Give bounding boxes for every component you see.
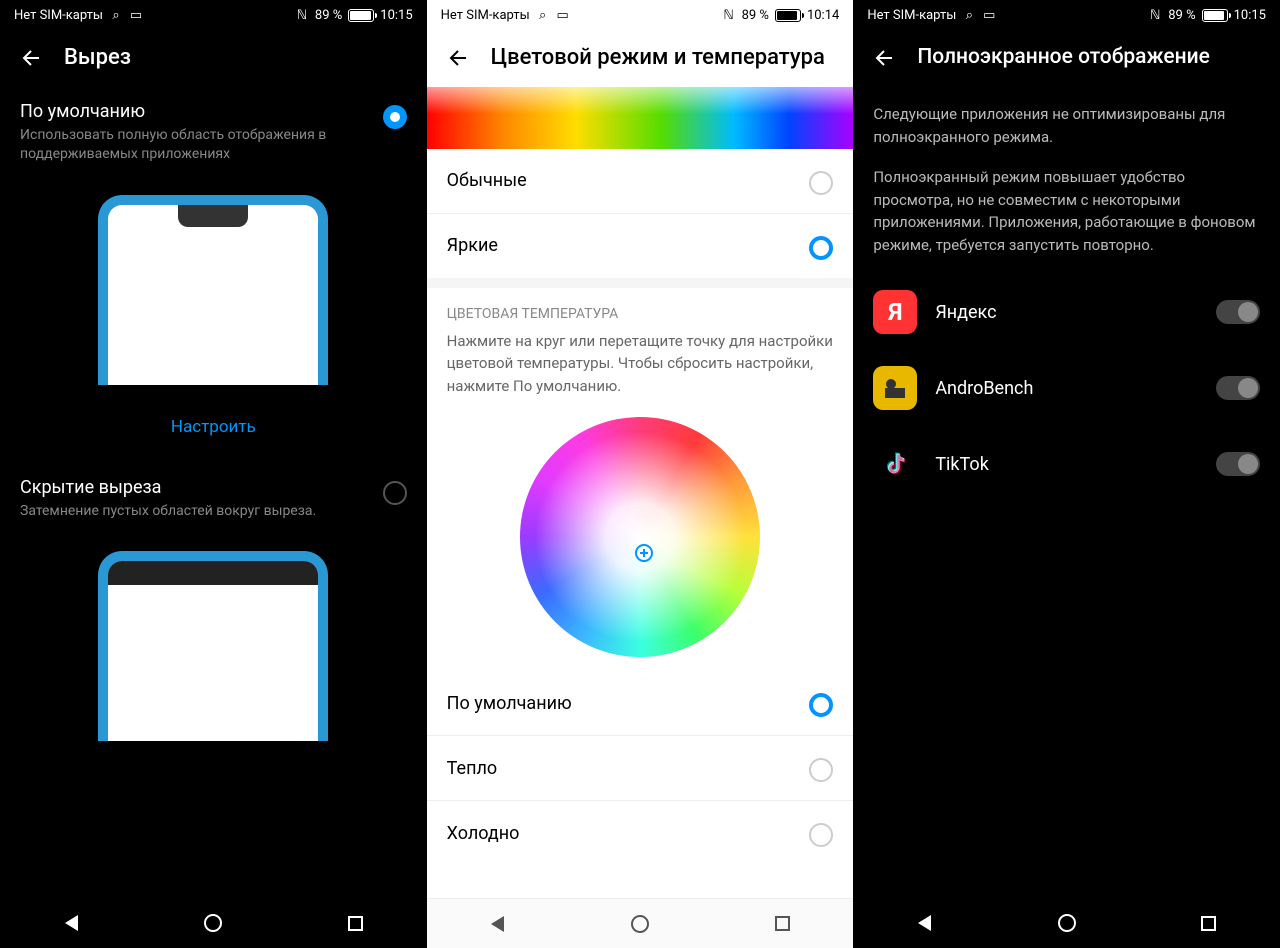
preset-cold-row[interactable]: Холодно xyxy=(427,801,854,865)
toggle-off[interactable] xyxy=(1216,452,1260,476)
sim-status: Нет SIM-карты xyxy=(867,8,956,23)
sim-icon: ⌕ xyxy=(962,8,976,22)
back-button[interactable] xyxy=(20,46,44,70)
option-hide-notch[interactable]: Скрытие выреза Затемнение пустых областе… xyxy=(0,463,427,536)
app-name: Яндекс xyxy=(935,302,1198,323)
radio-selected[interactable] xyxy=(809,693,833,717)
section-divider xyxy=(427,278,854,288)
app-row-tiktok: TikTok xyxy=(853,426,1280,502)
mode-normal-row[interactable]: Обычные xyxy=(427,149,854,214)
preset-label: По умолчанию xyxy=(447,693,572,714)
option-default[interactable]: По умолчанию Использовать полную область… xyxy=(0,87,427,179)
nfc2-icon: ℕ xyxy=(1148,8,1162,22)
mode-label: Яркие xyxy=(447,235,498,256)
toggle-off[interactable] xyxy=(1216,300,1260,324)
sim-status: Нет SIM-карты xyxy=(441,8,530,23)
screen-notch: Нет SIM-карты ⌕ ▭ ℕ 89 % 10:15 Вырез По … xyxy=(0,0,427,948)
preset-label: Тепло xyxy=(447,758,497,779)
nfc-icon: ▭ xyxy=(982,8,996,22)
mode-label: Обычные xyxy=(447,170,527,191)
option-title: Скрытие выреза xyxy=(20,477,367,498)
app-icon-tiktok xyxy=(873,442,917,486)
clock: 10:15 xyxy=(380,8,412,23)
nav-back-icon[interactable] xyxy=(487,913,509,935)
battery-icon xyxy=(775,9,801,22)
battery-percent: 89 % xyxy=(1168,8,1195,23)
radio-selected[interactable] xyxy=(383,105,407,129)
app-name: TikTok xyxy=(935,454,1198,475)
color-wheel-cursor[interactable] xyxy=(635,544,653,562)
radio-unselected[interactable] xyxy=(809,823,833,847)
preset-label: Холодно xyxy=(447,823,520,844)
sim-icon: ⌕ xyxy=(536,8,550,22)
preset-default-row[interactable]: По умолчанию xyxy=(427,671,854,736)
section-title: ЦВЕТОВАЯ ТЕМПЕРАТУРА xyxy=(427,288,854,330)
nav-home-icon[interactable] xyxy=(629,913,651,935)
app-icon-androbench xyxy=(873,366,917,410)
back-button[interactable] xyxy=(447,46,471,70)
nav-recent-icon[interactable] xyxy=(1198,912,1220,934)
clock: 10:15 xyxy=(1234,8,1266,23)
statusbar: Нет SIM-карты ⌕ ▭ ℕ 89 % 10:14 xyxy=(427,0,854,30)
page-title: Полноэкранное отображение xyxy=(917,44,1210,71)
info-text-2: Полноэкранный режим повышает удобство пр… xyxy=(853,166,1280,274)
statusbar: Нет SIM-карты ⌕ ▭ ℕ 89 % 10:15 xyxy=(853,0,1280,30)
app-row-androbench: AndroBench xyxy=(853,350,1280,426)
battery-percent: 89 % xyxy=(742,8,769,23)
battery-percent: 89 % xyxy=(315,8,342,23)
app-row-yandex: Я Яндекс xyxy=(853,274,1280,350)
option-desc: Затемнение пустых областей вокруг выреза… xyxy=(20,502,367,522)
page-title: Цветовой режим и температура xyxy=(491,44,825,73)
nfc-icon: ▭ xyxy=(556,8,570,22)
sim-status: Нет SIM-карты xyxy=(14,8,103,23)
header: Полноэкранное отображение xyxy=(853,30,1280,85)
radio-selected[interactable] xyxy=(809,236,833,260)
header: Вырез xyxy=(0,30,427,87)
header: Цветовой режим и температура xyxy=(427,30,854,87)
battery-icon xyxy=(1202,9,1228,22)
radio-unselected[interactable] xyxy=(383,481,407,505)
app-icon-yandex: Я xyxy=(873,290,917,334)
screen-fullscreen-apps: Нет SIM-карты ⌕ ▭ ℕ 89 % 10:15 Полноэкра… xyxy=(853,0,1280,948)
page-title: Вырез xyxy=(64,44,131,73)
notch-preview-default xyxy=(98,195,328,385)
nfc2-icon: ℕ xyxy=(295,8,309,22)
clock: 10:14 xyxy=(807,8,839,23)
notch-preview-hidden xyxy=(98,551,328,741)
color-wheel[interactable] xyxy=(520,417,760,657)
screen-color-mode: Нет SIM-карты ⌕ ▭ ℕ 89 % 10:14 Цветовой … xyxy=(427,0,854,948)
back-button[interactable] xyxy=(873,46,897,70)
mode-vivid-row[interactable]: Яркие xyxy=(427,214,854,278)
option-title: По умолчанию xyxy=(20,101,367,122)
info-text-1: Следующие приложения не оптимизированы д… xyxy=(853,85,1280,166)
nfc-icon: ▭ xyxy=(129,8,143,22)
radio-unselected[interactable] xyxy=(809,758,833,782)
sim-icon: ⌕ xyxy=(109,8,123,22)
nfc2-icon: ℕ xyxy=(722,8,736,22)
nav-back-icon[interactable] xyxy=(913,912,935,934)
radio-unselected[interactable] xyxy=(809,171,833,195)
battery-icon xyxy=(348,9,374,22)
section-desc: Нажмите на круг или перетащите точку для… xyxy=(427,330,854,410)
nav-home-icon[interactable] xyxy=(202,912,224,934)
navbar xyxy=(427,898,854,948)
preset-warm-row[interactable]: Тепло xyxy=(427,736,854,801)
nav-recent-icon[interactable] xyxy=(345,912,367,934)
nav-recent-icon[interactable] xyxy=(771,913,793,935)
navbar xyxy=(853,898,1280,948)
color-wheel-container xyxy=(427,409,854,671)
statusbar: Нет SIM-карты ⌕ ▭ ℕ 89 % 10:15 xyxy=(0,0,427,30)
option-desc: Использовать полную область отображения … xyxy=(20,126,367,165)
rainbow-banner xyxy=(427,87,854,149)
navbar xyxy=(0,898,427,948)
customize-button[interactable]: Настроить xyxy=(0,401,427,463)
app-name: AndroBench xyxy=(935,378,1198,399)
toggle-off[interactable] xyxy=(1216,376,1260,400)
nav-back-icon[interactable] xyxy=(60,912,82,934)
nav-home-icon[interactable] xyxy=(1056,912,1078,934)
